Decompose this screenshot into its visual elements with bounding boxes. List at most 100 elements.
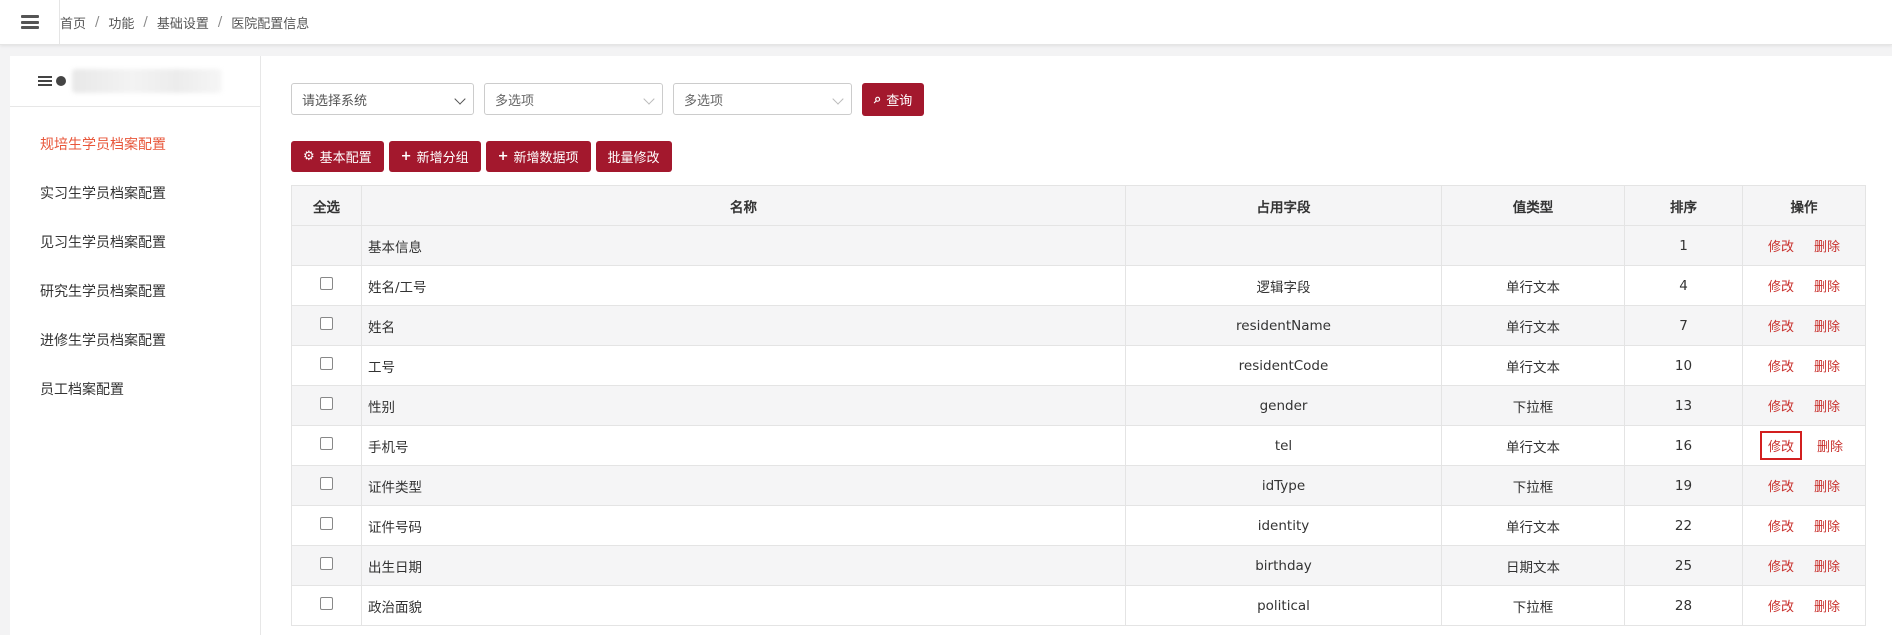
row-field: tel [1125, 425, 1442, 466]
row-operations: 修改 删除 [1742, 225, 1866, 266]
row-checkbox[interactable] [320, 397, 333, 410]
table-row: 性别 gender 下拉框 13 修改 删除 [291, 385, 1866, 426]
edit-link[interactable]: 修改 [1768, 556, 1794, 575]
value-type-header: 值类型 [1441, 185, 1625, 226]
query-button[interactable]: ⌕ 查询 [862, 82, 925, 116]
sidebar-item-staff-archive[interactable]: 员工档案配置 [10, 366, 260, 415]
edit-link[interactable]: 修改 [1768, 476, 1794, 495]
row-order: 28 [1624, 585, 1743, 626]
name-header: 名称 [361, 185, 1126, 226]
add-group-button[interactable]: + 新增分组 [388, 141, 481, 172]
row-order: 4 [1624, 265, 1743, 306]
sidebar-item-refresher-archive[interactable]: 进修生学员档案配置 [10, 317, 260, 366]
delete-link[interactable]: 删除 [1814, 316, 1840, 335]
row-select-cell [291, 345, 362, 386]
edit-link[interactable]: 修改 [1768, 596, 1794, 615]
delete-link[interactable]: 删除 [1814, 556, 1840, 575]
delete-link[interactable]: 删除 [1814, 276, 1840, 295]
row-field: gender [1125, 385, 1442, 426]
user-icon [56, 76, 66, 86]
sidebar-header [10, 56, 260, 107]
delete-link[interactable]: 删除 [1814, 356, 1840, 375]
breadcrumb-function[interactable]: 功能 [108, 13, 134, 32]
row-order: 13 [1624, 385, 1743, 426]
chevron-down-icon [832, 93, 844, 105]
content-panel: 规培生学员档案配置 实习生学员档案配置 见习生学员档案配置 研究生学员档案配置 … [10, 56, 1892, 635]
operation-header: 操作 [1742, 185, 1866, 226]
row-operations: 修改 删除 [1742, 385, 1866, 426]
config-table: 全选 名称 占用字段 值类型 排序 操作 基本信息 1 修改 删除 姓名/工号 逻辑字段单… [291, 185, 1866, 626]
basic-config-button[interactable]: ⚙ 基本配置 [291, 141, 384, 172]
table-row: 手机号 tel 单行文本 16 修改 删除 [291, 425, 1866, 466]
sidebar-item-graduate-archive[interactable]: 研究生学员档案配置 [10, 268, 260, 317]
row-value-type: 下拉框 [1441, 385, 1625, 426]
row-order: 16 [1624, 425, 1743, 466]
table-row: 姓名/工号 逻辑字段 单行文本 4 修改 删除 [291, 265, 1866, 306]
system-select[interactable]: 请选择系统 [291, 83, 474, 115]
edit-link[interactable]: 修改 [1759, 431, 1803, 460]
row-name: 基本信息 [361, 225, 1126, 266]
row-order: 1 [1624, 225, 1743, 266]
row-checkbox[interactable] [320, 317, 333, 330]
row-checkbox[interactable] [320, 357, 333, 370]
edit-link[interactable]: 修改 [1768, 396, 1794, 415]
edit-link[interactable]: 修改 [1768, 236, 1794, 255]
row-field: identity [1125, 505, 1442, 546]
row-checkbox[interactable] [320, 517, 333, 530]
row-field [1125, 225, 1442, 266]
add-data-item-button[interactable]: + 新增数据项 [485, 141, 591, 172]
select-all-header[interactable]: 全选 [291, 185, 362, 226]
edit-link[interactable]: 修改 [1768, 316, 1794, 335]
multi-select-1[interactable]: 多选项 [484, 83, 663, 115]
field-header: 占用字段 [1125, 185, 1442, 226]
row-field: idType [1125, 465, 1442, 506]
menu-toggle-button[interactable] [0, 0, 60, 44]
edit-link[interactable]: 修改 [1768, 516, 1794, 535]
breadcrumb-current: 医院配置信息 [231, 16, 310, 32]
edit-link[interactable]: 修改 [1768, 356, 1794, 375]
row-value-type: 日期文本 [1441, 545, 1625, 586]
row-operations: 修改 删除 [1742, 545, 1866, 586]
delete-link[interactable]: 删除 [1814, 516, 1840, 535]
row-checkbox[interactable] [320, 597, 333, 610]
row-checkbox[interactable] [320, 557, 333, 570]
row-field: residentName [1125, 305, 1442, 346]
multi-select-2-value: 多选项 [684, 93, 724, 109]
delete-link[interactable]: 删除 [1814, 236, 1840, 255]
breadcrumb-home[interactable]: 首页 [60, 13, 86, 32]
row-order: 10 [1624, 345, 1743, 386]
sidebar-item-trainee-archive[interactable]: 见习生学员档案配置 [10, 219, 260, 268]
row-order: 25 [1624, 545, 1743, 586]
multi-select-1-value: 多选项 [495, 93, 535, 109]
delete-link[interactable]: 删除 [1814, 596, 1840, 615]
delete-link[interactable]: 删除 [1817, 436, 1843, 455]
breadcrumb-basic-settings[interactable]: 基础设置 [157, 13, 209, 32]
table-row: 姓名 residentName 单行文本 7 修改 删除 [291, 305, 1866, 346]
chevron-down-icon [454, 93, 466, 105]
row-operations: 修改 删除 [1742, 425, 1866, 466]
delete-link[interactable]: 删除 [1814, 476, 1840, 495]
row-checkbox[interactable] [320, 477, 333, 490]
gear-icon: ⚙ [303, 149, 315, 164]
row-value-type: 下拉框 [1441, 465, 1625, 506]
edit-link[interactable]: 修改 [1768, 276, 1794, 295]
row-name: 证件号码 [361, 505, 1126, 546]
row-value-type [1441, 225, 1625, 266]
row-order: 22 [1624, 505, 1743, 546]
batch-edit-button[interactable]: 批量修改 [595, 141, 672, 172]
row-value-type: 单行文本 [1441, 345, 1625, 386]
row-select-cell [291, 545, 362, 586]
row-field: political [1125, 585, 1442, 626]
row-order: 19 [1624, 465, 1743, 506]
row-operations: 修改 删除 [1742, 305, 1866, 346]
delete-link[interactable]: 删除 [1814, 396, 1840, 415]
multi-select-2[interactable]: 多选项 [673, 83, 852, 115]
sidebar: 规培生学员档案配置 实习生学员档案配置 见习生学员档案配置 研究生学员档案配置 … [10, 56, 261, 635]
sidebar-item-intern-archive[interactable]: 实习生学员档案配置 [10, 170, 260, 219]
row-select-cell [291, 385, 362, 426]
row-checkbox[interactable] [320, 437, 333, 450]
row-checkbox[interactable] [320, 277, 333, 290]
sidebar-item-resident-archive[interactable]: 规培生学员档案配置 [10, 121, 260, 170]
table-row: 证件号码 identity 单行文本 22 修改 删除 [291, 505, 1866, 546]
breadcrumb: 首页 / 功能 / 基础设置 / 医院配置信息 [60, 13, 310, 32]
